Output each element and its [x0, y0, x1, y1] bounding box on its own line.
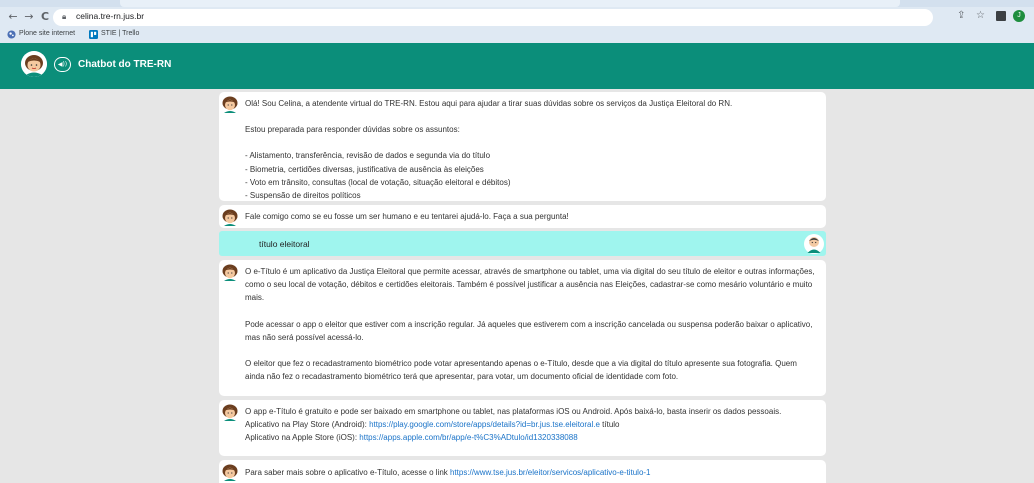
- url-bar-row: ← → C 🔒︎ celina.tre-rn.jus.br ⇪ ☆ J: [0, 7, 1034, 28]
- bot-avatar-icon: [222, 464, 238, 481]
- lock-icon[interactable]: 🔒︎: [62, 12, 72, 23]
- address-bar[interactable]: [53, 9, 933, 26]
- message-paragraph: Olá! Sou Celina, a atendente virtual do …: [245, 99, 733, 108]
- message-paragraph: O app e-Título é gratuito e pode ser bai…: [245, 407, 782, 416]
- bot-avatar-icon: [222, 96, 238, 113]
- bot-avatar-icon: [222, 404, 238, 421]
- chat-area: Olá! Sou Celina, a atendente virtual do …: [0, 89, 1034, 483]
- android-suffix: título: [599, 420, 620, 430]
- ios-line: Aplicativo na Apple Store (iOS): https:/…: [245, 431, 818, 444]
- bot-message-text: Fale comigo como se eu fosse um ser huma…: [245, 210, 818, 223]
- bot-message-text: Olá! Sou Celina, a atendente virtual do …: [245, 97, 818, 202]
- message-paragraph: Fale comigo como se eu fosse um ser huma…: [245, 212, 569, 221]
- bookmark-trello[interactable]: STIE | Trello: [101, 30, 139, 37]
- tab-strip: [0, 0, 1034, 7]
- bot-message-text: O e-Título é um aplicativo da Justiça El…: [245, 265, 818, 383]
- bookmarks-bar: Plone site internet STIE | Trello: [0, 28, 1034, 43]
- android-label: Aplicativo na Play Store (Android):: [245, 420, 370, 430]
- browser-toolbar: ← → C 🔒︎ celina.tre-rn.jus.br ⇪ ☆ J Plon…: [0, 0, 1034, 43]
- message-paragraph: Pode acessar o app o eleitor que estiver…: [245, 319, 813, 342]
- bookmark-plone[interactable]: Plone site internet: [19, 30, 75, 37]
- plone-icon: [7, 30, 16, 39]
- trello-icon: [89, 30, 98, 39]
- message-paragraph: - Alistamento, transferência, revisão de…: [245, 151, 491, 161]
- share-icon[interactable]: ⇪: [957, 10, 965, 21]
- forward-icon[interactable]: →: [22, 10, 36, 24]
- play-store-link[interactable]: https://play.google.com/store/apps/detai…: [369, 420, 600, 429]
- active-tab[interactable]: [120, 0, 900, 7]
- message-paragraph: O e-Título é um aplicativo da Justiça El…: [245, 267, 815, 303]
- bot-avatar-icon: [222, 209, 238, 226]
- bot-message-text: O app e-Título é gratuito e pode ser bai…: [245, 405, 818, 445]
- bot-message-text: Para saber mais sobre o aplicativo e-Tít…: [245, 466, 818, 479]
- user-avatar-icon: [804, 234, 824, 254]
- page-title: Chatbot do TRE-RN: [78, 59, 172, 70]
- side-panel-icon[interactable]: [996, 11, 1006, 21]
- celina-avatar: [21, 51, 47, 77]
- user-message-text: título eleitoral: [259, 239, 310, 249]
- message-paragraph: - Suspensão de direitos políticos: [245, 191, 361, 201]
- user-message: título eleitoral: [219, 231, 826, 256]
- chatbot-header: ◀)) Chatbot do TRE-RN: [0, 43, 1034, 89]
- bot-message: Olá! Sou Celina, a atendente virtual do …: [219, 92, 826, 201]
- back-icon[interactable]: ←: [6, 10, 20, 24]
- message-paragraph: O eleitor que fez o recadastramento biom…: [245, 359, 797, 382]
- reload-icon[interactable]: C: [38, 10, 52, 24]
- tse-link[interactable]: https://www.tse.jus.br/eleitor/servicos/…: [450, 468, 651, 477]
- bot-message: Fale comigo como se eu fosse um ser huma…: [219, 205, 826, 228]
- audio-toggle-button[interactable]: ◀)): [54, 57, 71, 72]
- ios-label: Aplicativo na Apple Store (iOS):: [245, 433, 360, 443]
- bot-avatar-icon: [222, 264, 238, 281]
- message-paragraph: Estou preparada para responder dúvidas s…: [245, 125, 460, 135]
- speaker-icon: ◀)): [57, 61, 68, 68]
- url-text[interactable]: celina.tre-rn.jus.br: [76, 11, 144, 21]
- bot-message: O e-Título é um aplicativo da Justiça El…: [219, 260, 826, 396]
- bot-message: O app e-Título é gratuito e pode ser bai…: [219, 400, 826, 456]
- bookmark-star-icon[interactable]: ☆: [976, 10, 985, 21]
- message-paragraph: - Voto em trânsito, consultas (local de …: [245, 177, 511, 187]
- message-paragraph: Para saber mais sobre o aplicativo e-Tít…: [245, 468, 450, 477]
- bot-message: Para saber mais sobre o aplicativo e-Tít…: [219, 460, 826, 483]
- apple-store-link[interactable]: https://apps.apple.com/br/app/e-t%C3%ADt…: [359, 433, 577, 442]
- profile-avatar[interactable]: J: [1013, 10, 1025, 22]
- android-line: Aplicativo na Play Store (Android): http…: [245, 418, 818, 431]
- message-paragraph: - Biometria, certidões diversas, justifi…: [245, 164, 484, 174]
